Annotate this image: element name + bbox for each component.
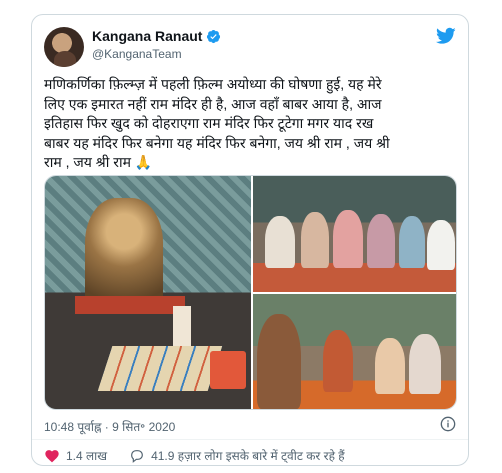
- verified-badge-icon: [207, 29, 221, 43]
- like-count: 1.4 लाख: [66, 449, 108, 463]
- like-button[interactable]: 1.4 लाख: [44, 447, 107, 464]
- info-icon[interactable]: [440, 416, 456, 432]
- photo-puja[interactable]: [253, 294, 456, 409]
- altar-base: [75, 296, 185, 314]
- tweet-line: राम , जय श्री राम 🙏: [44, 154, 153, 170]
- photo-idol-room[interactable]: [45, 176, 251, 409]
- game-board-shape: [97, 346, 223, 391]
- avatar[interactable]: [44, 27, 84, 67]
- tweet-text: मणिकर्णिका फ़िल्म्ज़ में पहली फ़िल्म अयो…: [44, 75, 456, 173]
- author-handle[interactable]: @KanganaTeam: [92, 47, 221, 61]
- heart-icon: [45, 449, 59, 462]
- photo-group-seated[interactable]: [253, 176, 456, 292]
- media-grid: [44, 175, 457, 410]
- tweet-line: इतिहास फिर खुद को दोहराएगा राम मंदिर फिर…: [44, 115, 374, 131]
- idol-shape: [85, 198, 163, 310]
- discussion-text: 41.9 हज़ार लोग इसके बारे में ट्वीट कर रह…: [151, 449, 345, 463]
- divider: [32, 439, 468, 440]
- tweet-line: बाबर यह मंदिर फिर बनेगा यह मंदिर फिर बने…: [44, 134, 390, 151]
- discussion-link[interactable]: 41.9 हज़ार लोग इसके बारे में ट्वीट कर रह…: [129, 447, 345, 464]
- tweet-timestamp[interactable]: 10:48 पूर्वाह्न · 9 सित॰ 2020: [44, 418, 175, 435]
- game-board-small-shape: [210, 351, 246, 389]
- reply-bubble-icon: [131, 449, 144, 463]
- twitter-bird-icon[interactable]: [436, 27, 456, 45]
- tweet-card[interactable]: Kangana Ranaut @KanganaTeam मणिकर्णिका फ…: [31, 14, 469, 466]
- author-block[interactable]: Kangana Ranaut @KanganaTeam: [92, 28, 221, 61]
- action-bar: 1.4 लाख 41.9 हज़ार लोग इसके बारे में ट्व…: [44, 447, 367, 464]
- author-name[interactable]: Kangana Ranaut: [92, 28, 202, 44]
- tweet-line: लिए एक इमारत नहीं राम मंदिर ही है, आज वह…: [44, 95, 382, 112]
- tweet-line: मणिकर्णिका फ़िल्म्ज़ में पहली फ़िल्म अयो…: [44, 76, 382, 92]
